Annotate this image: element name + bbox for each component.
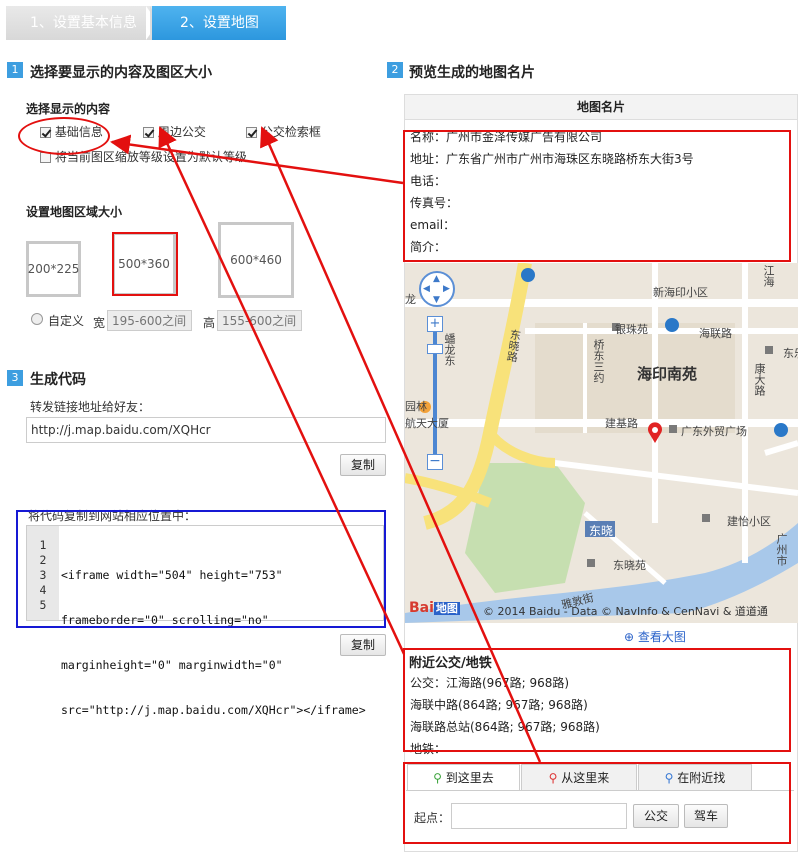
arrow-route-to-search — [260, 126, 542, 763]
annotation-arrows — [110, 126, 542, 763]
arrow-info-to-basic — [110, 134, 404, 185]
arrow-transit-to-bus — [158, 126, 406, 655]
